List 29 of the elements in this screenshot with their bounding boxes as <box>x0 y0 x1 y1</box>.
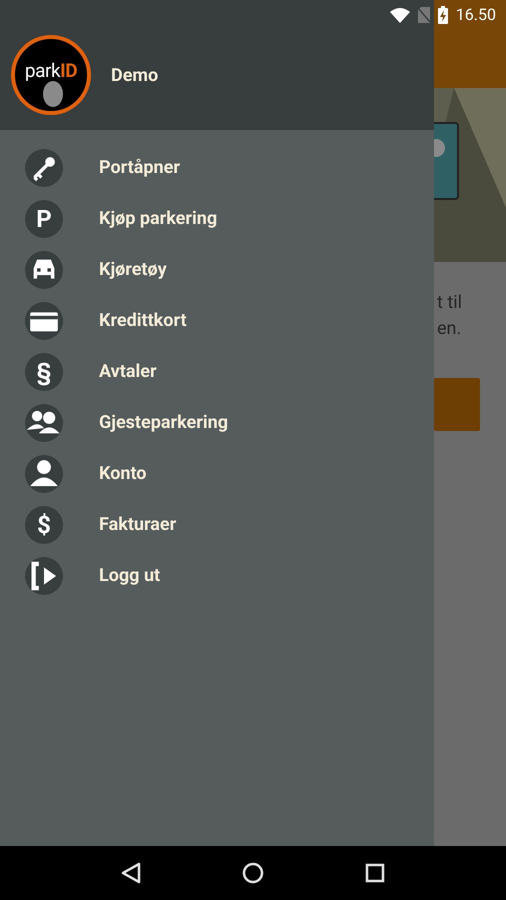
people-icon <box>25 404 63 442</box>
menu-item[interactable]: Kjøretøy <box>0 244 434 295</box>
status-time: 16.50 <box>456 4 496 26</box>
logo-text: ID <box>60 58 78 82</box>
menu-item[interactable]: $ Fakturaer <box>0 499 434 550</box>
recents-icon[interactable] <box>365 863 386 883</box>
body-text: en. <box>437 317 462 341</box>
menu-item[interactable]: Konto <box>0 448 434 499</box>
person-icon <box>25 454 63 492</box>
menu-item[interactable]: P Kjøp parkering <box>0 193 434 244</box>
home-icon[interactable] <box>242 862 264 884</box>
symbol-icon: P <box>25 200 63 238</box>
menu-item[interactable]: § Avtaler <box>0 346 434 397</box>
symbol-icon: § <box>25 352 63 390</box>
menu-item[interactable]: Portåpner <box>0 142 434 193</box>
key-icon <box>25 148 63 186</box>
body-text: t til <box>437 291 463 315</box>
battery-charging-icon <box>438 6 448 24</box>
car-icon <box>25 250 63 288</box>
logout-icon <box>25 556 63 594</box>
user-name: Demo <box>111 64 158 88</box>
back-icon[interactable] <box>120 862 141 884</box>
logo-text: park <box>24 58 60 82</box>
credit-card-icon <box>25 302 63 340</box>
symbol-icon: $ <box>25 506 63 544</box>
wifi-icon <box>390 8 410 22</box>
menu-item[interactable]: Logg ut <box>0 550 434 601</box>
menu-item[interactable]: Gjesteparkering <box>0 397 434 448</box>
menu-item[interactable]: Kredittkort <box>0 295 434 346</box>
